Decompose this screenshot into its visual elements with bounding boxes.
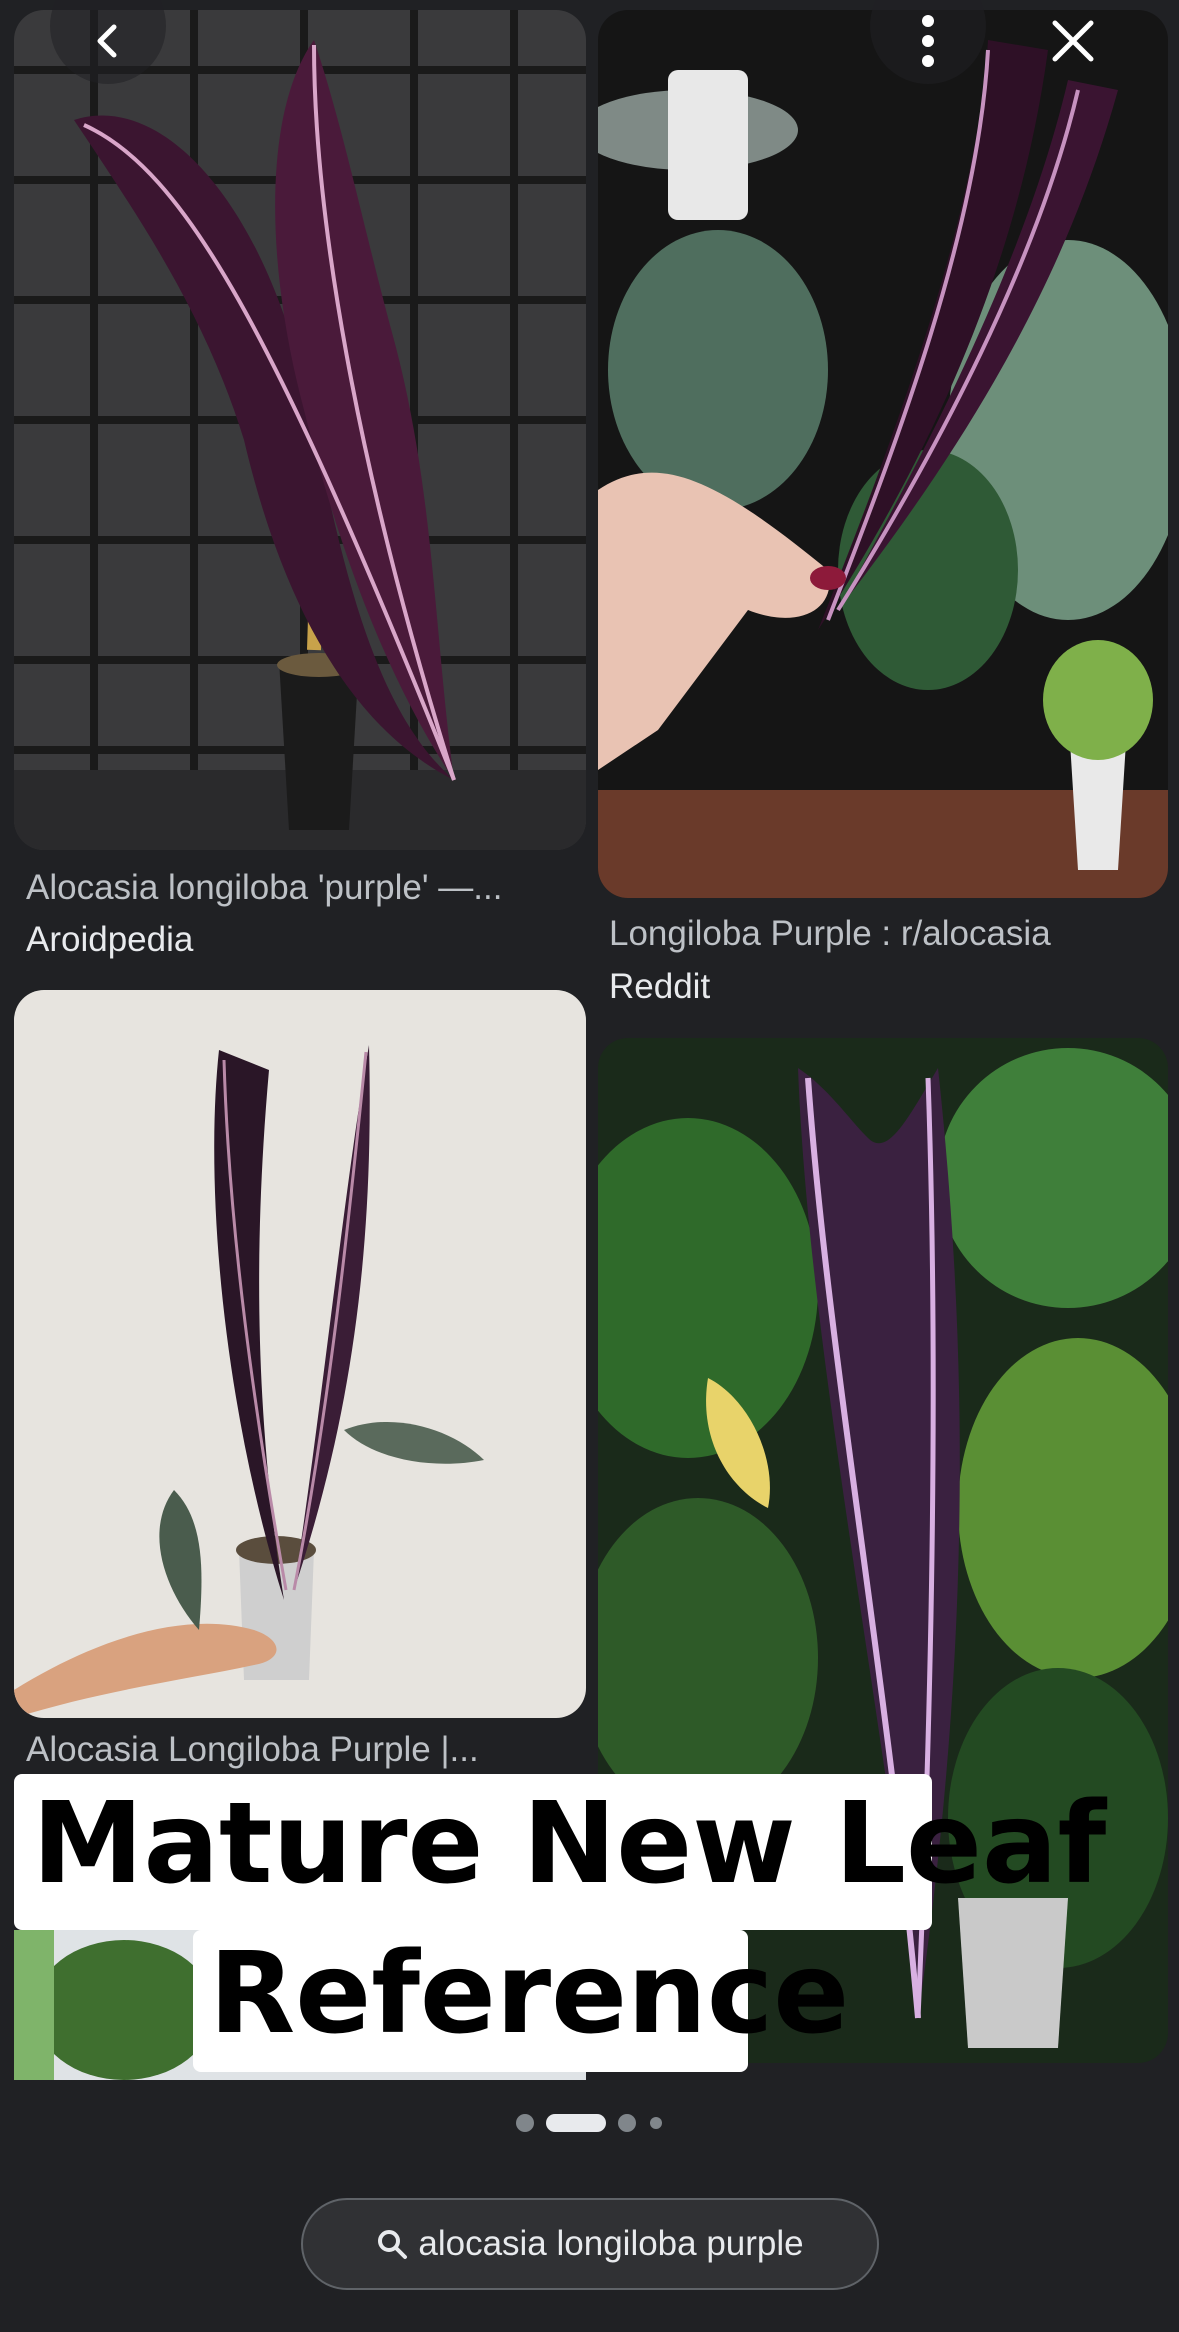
close-icon: [1052, 20, 1094, 62]
result-image-2[interactable]: [598, 10, 1168, 898]
overlay-text-line-2: Reference: [193, 1930, 849, 2072]
pagination-dot-active[interactable]: [546, 2114, 606, 2132]
pagination-dot[interactable]: [650, 2117, 662, 2129]
more-vert-icon: [922, 15, 934, 67]
search-icon: [378, 2230, 408, 2259]
chevron-left-icon: [97, 24, 117, 58]
result-source-1: Aroidpedia: [26, 920, 194, 959]
result-title-1[interactable]: Alocasia longiloba 'purple' —...: [26, 868, 574, 908]
overlay-text-line-1: Mature New Leaf: [14, 1774, 1106, 1930]
search-query-text: alocasia longiloba purple: [418, 2224, 804, 2263]
pagination-indicator: [0, 2110, 1179, 2134]
result-image-1[interactable]: [14, 10, 586, 850]
result-title-2[interactable]: Longiloba Purple : r/alocasia: [609, 914, 1159, 954]
result-title-3[interactable]: Alocasia Longiloba Purple |...: [26, 1730, 574, 1770]
result-source-2: Reddit: [609, 967, 711, 1006]
pagination-dot[interactable]: [516, 2114, 534, 2132]
search-query-chip[interactable]: alocasia longiloba purple: [301, 2198, 879, 2290]
result-image-3[interactable]: [14, 990, 586, 1718]
pagination-dot[interactable]: [618, 2114, 636, 2132]
